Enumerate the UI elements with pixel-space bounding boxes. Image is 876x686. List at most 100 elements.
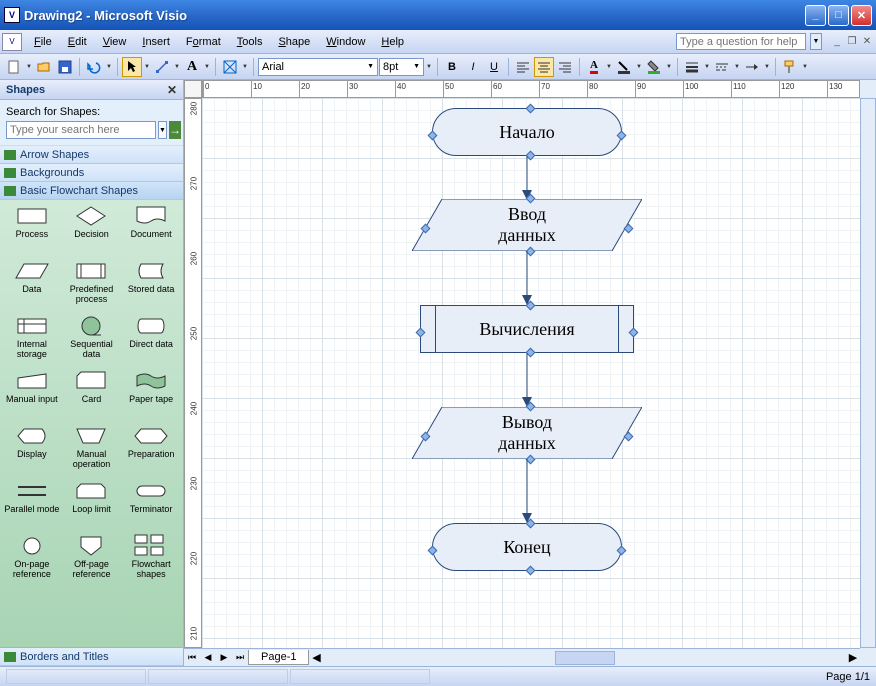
menu-tools[interactable]: Tools bbox=[229, 33, 271, 51]
shape-decision[interactable]: Decision bbox=[62, 204, 122, 259]
stencil-backgrounds[interactable]: Backgrounds bbox=[0, 164, 183, 182]
horizontal-scrollbar[interactable]: ◀ ▶ bbox=[309, 649, 860, 666]
toolbar-options[interactable]: ▼ bbox=[801, 64, 809, 70]
line-ends-dropdown[interactable]: ▼ bbox=[763, 64, 771, 70]
shape-card[interactable]: Card bbox=[62, 369, 122, 424]
new-button[interactable] bbox=[4, 57, 24, 77]
flowchart-output[interactable]: Вывод данных bbox=[412, 407, 642, 459]
undo-button[interactable] bbox=[84, 57, 104, 77]
align-center-button[interactable] bbox=[534, 57, 554, 77]
save-button[interactable] bbox=[55, 57, 75, 77]
menu-shape[interactable]: Shape bbox=[270, 33, 318, 51]
fill-color-dropdown[interactable]: ▼ bbox=[665, 64, 673, 70]
shape-manual-operation[interactable]: Manual operation bbox=[62, 424, 122, 479]
shape-internal-storage[interactable]: Internal storage bbox=[2, 314, 62, 369]
stencil-borders-titles[interactable]: Borders and Titles bbox=[0, 648, 183, 666]
line-ends-button[interactable] bbox=[742, 57, 762, 77]
connector-tool[interactable] bbox=[152, 57, 172, 77]
size-select[interactable]: 8pt▼ bbox=[379, 58, 424, 76]
menu-help[interactable]: Help bbox=[373, 33, 412, 51]
new-dropdown[interactable]: ▼ bbox=[25, 64, 33, 70]
font-select[interactable]: Arial▼ bbox=[258, 58, 378, 76]
ruler-vertical: 280270260250240230220210 bbox=[184, 98, 202, 648]
pointer-dropdown[interactable]: ▼ bbox=[143, 64, 151, 70]
shapes-panel-close[interactable]: ✕ bbox=[167, 83, 177, 97]
font-color-dropdown[interactable]: ▼ bbox=[605, 64, 613, 70]
shape-on-page-reference[interactable]: On-page reference bbox=[2, 534, 62, 589]
maximize-button[interactable]: □ bbox=[828, 5, 849, 26]
zoom-dropdown[interactable]: ▼ bbox=[241, 64, 249, 70]
help-search-input[interactable] bbox=[676, 33, 806, 50]
shape-text: Начало bbox=[499, 122, 554, 143]
shape-direct-data[interactable]: Direct data bbox=[121, 314, 181, 369]
shape-off-page-reference[interactable]: Off-page reference bbox=[62, 534, 122, 589]
shape-terminator[interactable]: Terminator bbox=[121, 479, 181, 534]
inner-restore[interactable]: ❐ bbox=[845, 35, 859, 49]
flowchart-start[interactable]: Начало bbox=[432, 108, 622, 156]
underline-button[interactable]: U bbox=[484, 57, 504, 77]
inner-close[interactable]: ✕ bbox=[860, 35, 874, 49]
shape-preparation[interactable]: Preparation bbox=[121, 424, 181, 479]
stencil-arrow-shapes[interactable]: Arrow Shapes bbox=[0, 146, 183, 164]
text-tool[interactable]: A bbox=[182, 57, 202, 77]
shape-process[interactable]: Process bbox=[2, 204, 62, 259]
line-weight-dropdown[interactable]: ▼ bbox=[703, 64, 711, 70]
pointer-tool[interactable] bbox=[122, 57, 142, 77]
shape-predefined-process[interactable]: Predefined process bbox=[62, 259, 122, 314]
close-button[interactable]: ✕ bbox=[851, 5, 872, 26]
app-menu-icon[interactable]: V bbox=[2, 33, 22, 51]
vertical-scrollbar[interactable] bbox=[860, 98, 876, 648]
shape-stored-data[interactable]: Stored data bbox=[121, 259, 181, 314]
shape-data[interactable]: Data bbox=[2, 259, 62, 314]
help-search-dropdown[interactable]: ▼ bbox=[810, 33, 822, 50]
tab-last[interactable]: ⏭ bbox=[232, 650, 248, 666]
shape-text: Ввод данных bbox=[498, 204, 556, 246]
shapes-search-go-button[interactable]: → bbox=[169, 121, 181, 139]
menu-view[interactable]: View bbox=[95, 33, 135, 51]
italic-button[interactable]: I bbox=[463, 57, 483, 77]
menu-insert[interactable]: Insert bbox=[134, 33, 178, 51]
tab-next[interactable]: ▶ bbox=[216, 650, 232, 666]
format-painter-button[interactable] bbox=[780, 57, 800, 77]
shape-parallel-mode[interactable]: Parallel mode bbox=[2, 479, 62, 534]
shapes-search-input[interactable] bbox=[6, 121, 156, 139]
zoom-button[interactable] bbox=[220, 57, 240, 77]
line-color-button[interactable] bbox=[614, 57, 634, 77]
menu-edit[interactable]: Edit bbox=[60, 33, 95, 51]
tab-first[interactable]: ⏮ bbox=[184, 650, 200, 666]
drawing-canvas[interactable]: Начало Ввод данных Вычисления bbox=[202, 98, 860, 648]
line-pattern-dropdown[interactable]: ▼ bbox=[733, 64, 741, 70]
flowchart-process[interactable]: Вычисления bbox=[420, 305, 634, 353]
minimize-button[interactable]: _ bbox=[805, 5, 826, 26]
menu-file[interactable]: File bbox=[26, 33, 60, 51]
open-button[interactable] bbox=[34, 57, 54, 77]
shape-flowchart-shapes[interactable]: Flowchart shapes bbox=[121, 534, 181, 589]
text-dropdown[interactable]: ▼ bbox=[203, 64, 211, 70]
align-left-button[interactable] bbox=[513, 57, 533, 77]
shape-paper-tape[interactable]: Paper tape bbox=[121, 369, 181, 424]
line-weight-button[interactable] bbox=[682, 57, 702, 77]
shape-sequential-data[interactable]: Sequential data bbox=[62, 314, 122, 369]
bold-button[interactable]: B bbox=[442, 57, 462, 77]
undo-dropdown[interactable]: ▼ bbox=[105, 64, 113, 70]
line-pattern-button[interactable] bbox=[712, 57, 732, 77]
shape-display[interactable]: Display bbox=[2, 424, 62, 479]
shape-loop-limit[interactable]: Loop limit bbox=[62, 479, 122, 534]
stencil-basic-flowchart[interactable]: Basic Flowchart Shapes bbox=[0, 182, 183, 200]
line-color-dropdown[interactable]: ▼ bbox=[635, 64, 643, 70]
flowchart-input[interactable]: Ввод данных bbox=[412, 199, 642, 251]
page-tab-1[interactable]: Page-1 bbox=[248, 650, 309, 665]
flowchart-end[interactable]: Конец bbox=[432, 523, 622, 571]
inner-minimize[interactable]: _ bbox=[830, 35, 844, 49]
size-dropdown[interactable]: ▼ bbox=[425, 64, 433, 70]
connector-dropdown[interactable]: ▼ bbox=[173, 64, 181, 70]
fill-color-button[interactable] bbox=[644, 57, 664, 77]
align-right-button[interactable] bbox=[555, 57, 575, 77]
shapes-search-dropdown[interactable]: ▼ bbox=[158, 121, 167, 139]
tab-prev[interactable]: ◀ bbox=[200, 650, 216, 666]
shape-manual-input[interactable]: Manual input bbox=[2, 369, 62, 424]
menu-format[interactable]: Format bbox=[178, 33, 229, 51]
menu-window[interactable]: Window bbox=[318, 33, 373, 51]
font-color-button[interactable]: A bbox=[584, 57, 604, 77]
shape-document[interactable]: Document bbox=[121, 204, 181, 259]
